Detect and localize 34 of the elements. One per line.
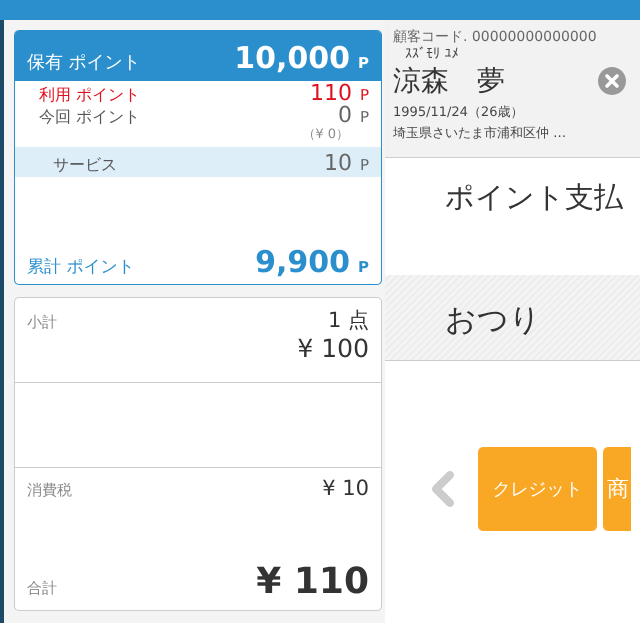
payment-button[interactable]: クレジット	[478, 447, 597, 531]
held-points-value: 10,000	[234, 41, 350, 76]
points-label: 今回 ポイント	[39, 107, 142, 128]
tax-value: ¥ 10	[322, 476, 369, 500]
points-label: 利用 ポイント	[39, 85, 142, 106]
points-value: 110	[310, 81, 352, 106]
total-points-label: 累計 ポイント	[27, 256, 136, 278]
points-value: 0	[338, 103, 352, 128]
payment-title: ポイント支払	[445, 180, 623, 214]
close-icon[interactable]	[598, 67, 626, 95]
name-reading: ｽｽﾞﾓﾘ ﾕﾒ	[404, 46, 460, 62]
unit-label: P	[360, 156, 369, 174]
change-label: おつり	[445, 302, 541, 338]
address: 埼玉県さいたま市浦和区仲 …	[393, 125, 568, 142]
unit-label: P	[360, 86, 369, 104]
points-label: サービス	[53, 155, 118, 176]
item-count: 1 点	[328, 307, 369, 334]
customer-name: 涼森 夢	[393, 63, 505, 99]
total-label: 合計	[27, 579, 57, 598]
payment-button[interactable]: 商	[603, 447, 631, 531]
tax-label: 消費税	[27, 481, 72, 500]
unit-label: P	[360, 108, 369, 126]
unit-label: P	[358, 258, 369, 276]
yen-note: （¥ 0）	[302, 127, 349, 142]
total-points-value: 9,900	[255, 245, 350, 280]
points-value: 10	[324, 151, 352, 176]
birth-date: 1995/11/24（26歳）	[393, 104, 524, 121]
customer-code: 顧客コード. 00000000000000	[393, 28, 598, 46]
subtotal-label: 小計	[27, 313, 57, 332]
chevron-left-icon[interactable]	[430, 471, 456, 507]
unit-label: P	[358, 54, 369, 72]
held-points-label: 保有 ポイント	[27, 51, 142, 74]
total-value: ¥ 110	[256, 561, 369, 602]
subtotal-value: ¥ 100	[297, 334, 369, 363]
